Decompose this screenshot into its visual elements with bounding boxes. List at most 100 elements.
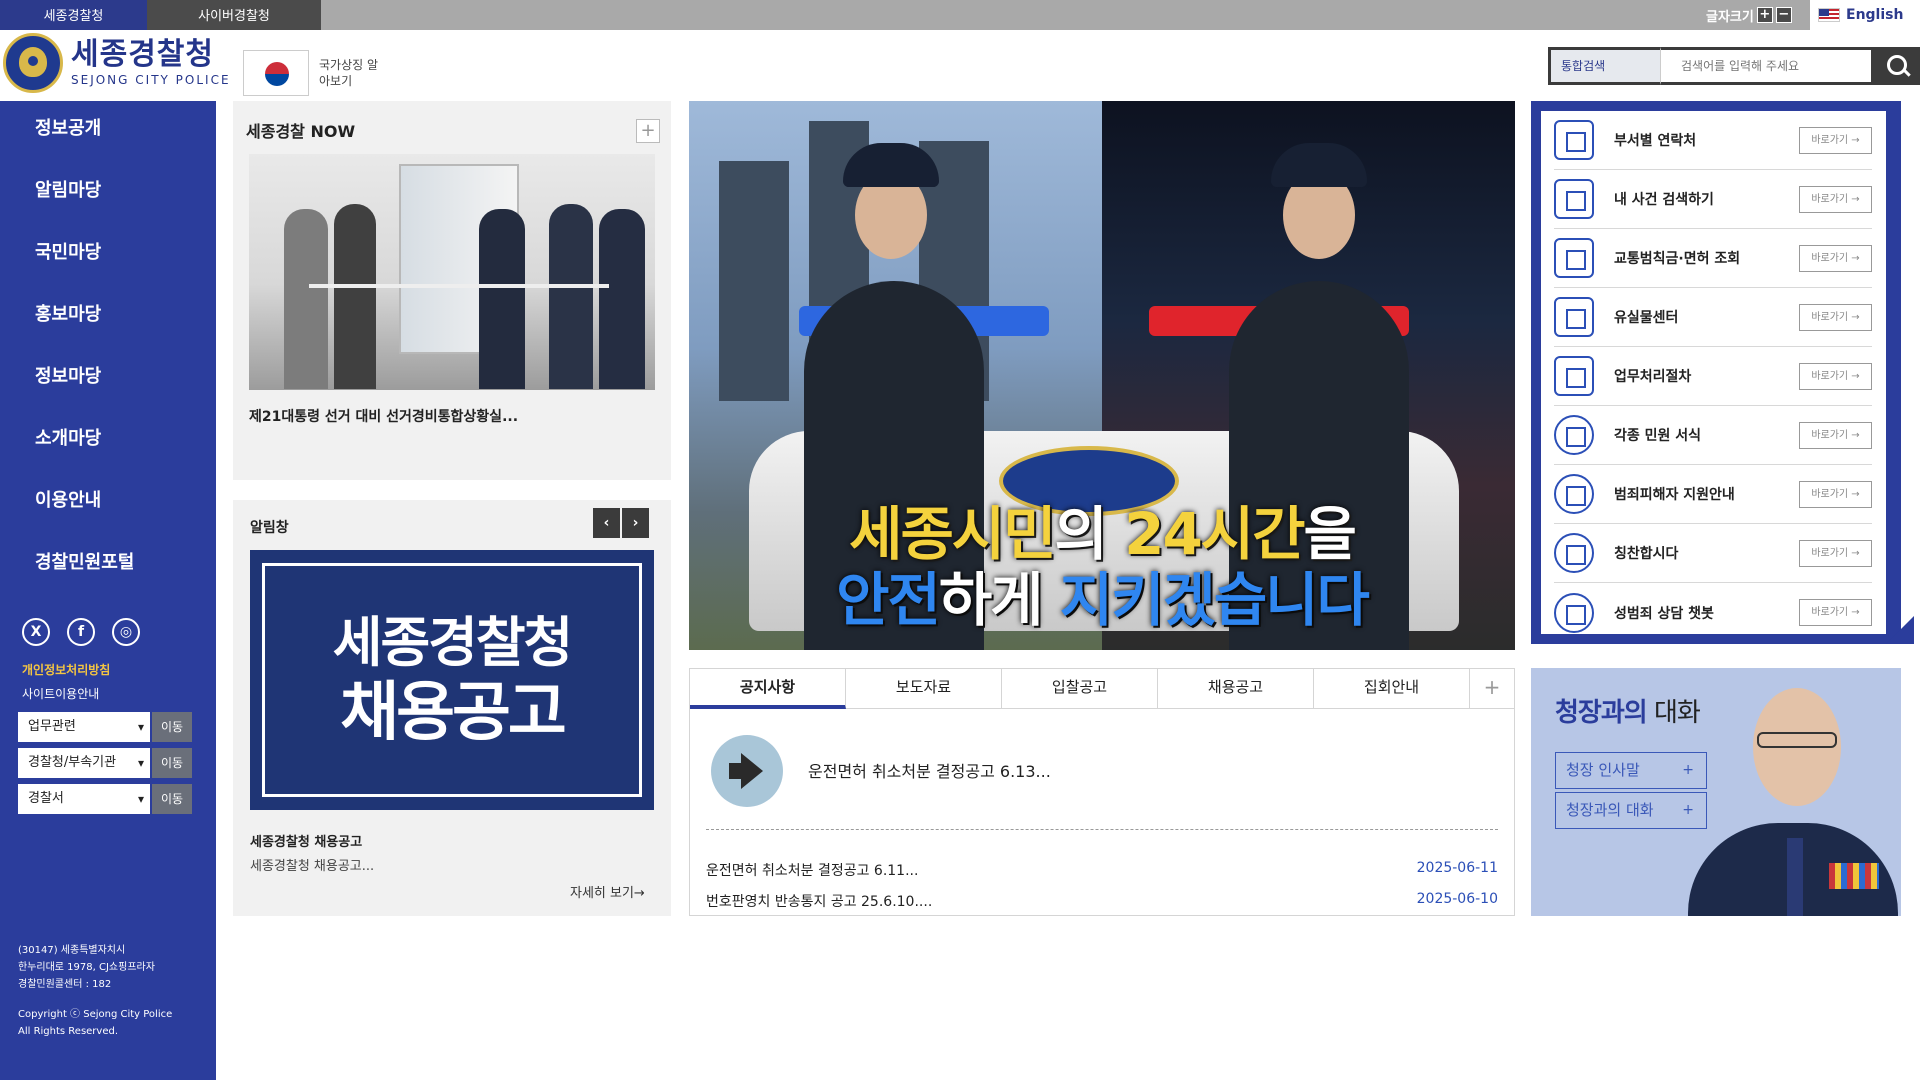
chief-greeting-button[interactable]: 청장 인사말 + <box>1555 752 1707 789</box>
notice-row-title: 운전면허 취소처분 결정공고 6.11... <box>706 863 919 879</box>
quick-link-case-search[interactable]: 내 사건 검색하기 바로가기 → <box>1554 170 1872 229</box>
computer-search-icon <box>1554 179 1594 219</box>
checklist-icon <box>1554 356 1594 396</box>
shortcut-button[interactable]: 바로가기 → <box>1799 599 1872 626</box>
tab-bids[interactable]: 입찰공고 <box>1002 669 1158 709</box>
x-twitter-icon[interactable]: X <box>22 618 50 646</box>
copyright-line: Copyright ⓒ Sejong City Police <box>18 1009 173 1020</box>
instagram-icon[interactable]: ◎ <box>112 618 140 646</box>
address-line: 한누리대로 1978, CJ쇼핑프라자 <box>18 962 155 973</box>
police-now-more-button[interactable]: + <box>636 119 660 143</box>
notice-row[interactable]: 번호판영치 반송통지 공고 25.6.10.... 2025-06-10 <box>706 891 1498 911</box>
tab-sejong-police[interactable]: 세종경찰청 <box>0 0 147 30</box>
font-increase-button[interactable]: + <box>1756 7 1773 23</box>
main-hero-banner[interactable]: 세종시민의 24시간을 안전하게 지키겠습니다 <box>689 101 1515 650</box>
chevron-right-icon[interactable]: › <box>622 508 649 538</box>
chief-talk-button[interactable]: 청장과의 대화 + <box>1555 792 1707 829</box>
shortcut-button[interactable]: 바로가기 → <box>1799 362 1872 390</box>
quick-link-label: 내 사건 검색하기 <box>1614 192 1714 208</box>
language-link[interactable]: English <box>1810 0 1920 30</box>
search-scope[interactable]: 통합검색 <box>1548 47 1660 85</box>
quick-link-procedures[interactable]: 업무처리절차 바로가기 → <box>1554 347 1872 406</box>
tab-cyber-police[interactable]: 사이버경찰청 <box>147 0 321 30</box>
quick-link-label: 업무처리절차 <box>1614 369 1692 385</box>
slogan-word: 24시간 <box>1124 500 1305 568</box>
notice-more-button[interactable]: + <box>1470 669 1514 709</box>
logo-text: 세종경찰청 SEJONG CITY POLICE <box>71 38 231 88</box>
plus-icon: + <box>1682 762 1694 778</box>
heart-icon <box>1554 474 1594 514</box>
station-go-button[interactable]: 이동 <box>152 784 192 814</box>
document-magnifier-icon <box>1554 238 1594 278</box>
tab-press-releases[interactable]: 보도자료 <box>846 669 1002 709</box>
chevron-left-icon[interactable]: ‹ <box>593 508 620 538</box>
notice-row[interactable]: 운전면허 취소처분 결정공고 6.11... 2025-06-11 <box>706 860 1498 880</box>
notice-row-title: 번호판영치 반송통지 공고 25.6.10.... <box>706 894 933 910</box>
hero-slogan: 세종시민의 24시간을 안전하게 지키겠습니다 <box>689 501 1515 633</box>
photo-person <box>549 204 593 389</box>
nav-item-information[interactable]: 정보마당 <box>0 349 216 411</box>
notice-board: 공지사항 보도자료 입찰공고 채용공고 집회안내 + 운전면허 취소처분 결정공… <box>689 668 1515 916</box>
hero-building <box>719 161 789 401</box>
logo-english: SEJONG CITY POLICE <box>71 73 231 87</box>
shortcut-button[interactable]: 바로가기 → <box>1799 303 1872 331</box>
shortcut-button[interactable]: 바로가기 → <box>1799 421 1872 449</box>
nav-item-guide[interactable]: 이용안내 <box>0 473 216 535</box>
shortcut-button[interactable]: 바로가기 → <box>1799 126 1872 154</box>
nav-item-introduction[interactable]: 소개마당 <box>0 411 216 473</box>
recruitment-banner[interactable]: 세종경찰청 채용공고 <box>250 550 654 810</box>
quick-link-lost-found[interactable]: 유실물센터 바로가기 → <box>1554 288 1872 347</box>
slogan-word: 지키겠습니다 <box>1059 566 1370 634</box>
quick-link-chatbot[interactable]: 성범죄 상담 챗봇 바로가기 → <box>1554 583 1872 642</box>
tab-announcements[interactable]: 공지사항 <box>690 669 846 709</box>
nav-item-info-disclosure[interactable]: 정보공개 <box>0 101 216 163</box>
chief-talk-title: 청장과의 대화 <box>1555 692 1701 729</box>
related-sites-go-button[interactable]: 이동 <box>152 712 192 742</box>
banner-line-2: 채용공고 <box>340 676 567 750</box>
nav-item-notice[interactable]: 알림마당 <box>0 163 216 225</box>
search-input[interactable] <box>1660 47 1874 85</box>
privacy-policy-link[interactable]: 개인정보처리방침 <box>22 661 110 678</box>
police-now-caption[interactable]: 제21대통령 선거 대비 선거경비통합상황실... <box>249 406 518 426</box>
hero-slogan-line-1: 세종시민의 24시간을 <box>689 501 1515 567</box>
tab-assembly[interactable]: 집회안내 <box>1314 669 1470 709</box>
shortcut-button[interactable]: 바로가기 → <box>1799 244 1872 272</box>
tab-recruitment[interactable]: 채용공고 <box>1158 669 1314 709</box>
shortcut-button[interactable]: 바로가기 → <box>1799 185 1872 213</box>
agency-go-button[interactable]: 이동 <box>152 748 192 778</box>
copyright-line: All Rights Reserved. <box>18 1026 119 1037</box>
search-button[interactable] <box>1874 47 1920 85</box>
hero-slogan-line-2: 안전하게 지키겠습니다 <box>689 567 1515 633</box>
quick-link-forms[interactable]: 각종 민원 서식 바로가기 → <box>1554 406 1872 465</box>
chief-portrait-tie <box>1787 838 1803 916</box>
language-label: English <box>1846 7 1904 23</box>
us-flag-icon <box>1818 8 1840 22</box>
featured-notice[interactable]: 운전면허 취소처분 결정공고 6.13... <box>808 758 1051 782</box>
quick-link-praise[interactable]: 칭찬합시다 바로가기 → <box>1554 524 1872 583</box>
quick-link-traffic-fine[interactable]: 교통범칙금·면허 조회 바로가기 → <box>1554 229 1872 288</box>
nav-item-promotion[interactable]: 홍보마당 <box>0 287 216 349</box>
station-select[interactable]: 경찰서 <box>18 784 150 814</box>
nav-item-citizen[interactable]: 국민마당 <box>0 225 216 287</box>
facebook-icon[interactable]: f <box>67 618 95 646</box>
nav-item-civil-portal[interactable]: 경찰민원포털 <box>0 535 216 597</box>
police-now-photo[interactable] <box>249 154 655 390</box>
quick-link-label: 교통범칙금·면허 조회 <box>1614 251 1741 267</box>
police-now-panel: 세종경찰 NOW + 제21대통령 선거 대비 선거경비통합상황실... <box>233 101 671 480</box>
quick-link-victim-support[interactable]: 범죄피해자 지원안내 바로가기 → <box>1554 465 1872 524</box>
quick-link-label: 범죄피해자 지원안내 <box>1614 487 1735 503</box>
shortcut-button[interactable]: 바로가기 → <box>1799 480 1872 508</box>
quick-link-department-contacts[interactable]: 부서별 연락처 바로가기 → <box>1554 111 1872 170</box>
site-logo[interactable]: 세종경찰청 SEJONG CITY POLICE <box>3 33 231 93</box>
font-decrease-button[interactable]: − <box>1775 7 1792 23</box>
shortcut-button[interactable]: 바로가기 → <box>1799 539 1872 567</box>
agency-select[interactable]: 경찰청/부속기관 <box>18 748 150 778</box>
alarm-more-link[interactable]: 자세히 보기→ <box>570 882 645 901</box>
hand-heart-icon <box>1554 533 1594 573</box>
slogan-word: 하게 <box>938 566 1060 634</box>
phonebook-icon <box>1554 120 1594 160</box>
national-symbol-label: 국가상징 알아보기 <box>319 58 379 88</box>
national-symbol-link[interactable]: 국가상징 알아보기 <box>243 50 379 96</box>
site-guide-link[interactable]: 사이트이용안내 <box>22 685 99 702</box>
related-sites-select[interactable]: 업무관련 <box>18 712 150 742</box>
